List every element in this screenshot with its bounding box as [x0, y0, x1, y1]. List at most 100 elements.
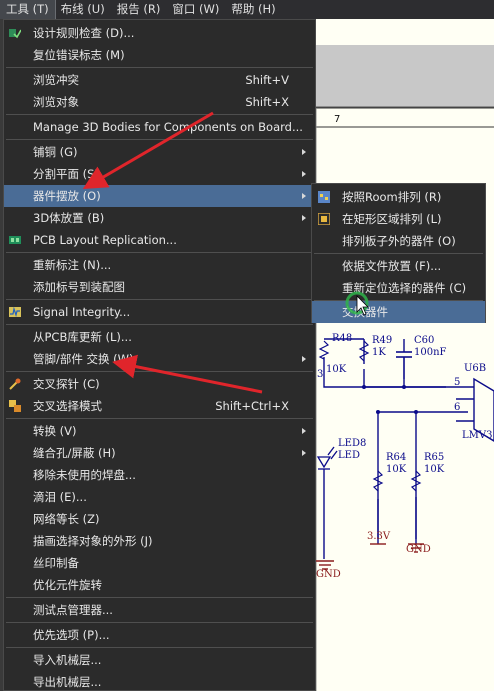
submenu-item-label: 依据文件放置 (F)...	[342, 259, 442, 273]
menu-item-testpoint-manager[interactable]: 测试点管理器...	[4, 599, 315, 621]
menu-item-convert[interactable]: 转换 (V)	[4, 420, 315, 442]
submenu-item-place-from-file[interactable]: 依据文件放置 (F)...	[312, 255, 485, 277]
menu-item-shortcut: Shift+Ctrl+X	[215, 399, 289, 413]
menu-item-label: 铺铜 (G)	[33, 145, 78, 159]
signal-integrity-icon	[9, 306, 21, 318]
menu-item-browse-violations[interactable]: 浏览冲突 Shift+V	[4, 69, 315, 91]
menu-item-split-planes[interactable]: 分割平面 (S)	[4, 163, 315, 185]
menu-route[interactable]: 布线 (U)	[55, 0, 111, 19]
menu-item-label: Signal Integrity...	[33, 305, 131, 319]
menu-item-signal-integrity[interactable]: Signal Integrity...	[4, 301, 315, 323]
label-gnd-1: GND	[406, 544, 431, 555]
menu-item-equalize-net-lengths[interactable]: 网络等长 (Z)	[4, 508, 315, 530]
menu-item-via-stitching[interactable]: 缝合孔/屏蔽 (H)	[4, 442, 315, 464]
label-c60-value: 100nF	[414, 347, 447, 358]
label-r65: R65	[424, 452, 445, 463]
submenu-item-arrange-outside-board[interactable]: 排列板子外的器件 (O)	[312, 230, 485, 252]
placement-submenu: 按照Room排列 (R) 在矩形区域排列 (L) 排列板子外的器件 (O) 依据…	[311, 183, 486, 323]
menu-item-optimize-rotation[interactable]: 优化元件旋转	[4, 574, 315, 596]
menu-item-label: 丝印制备	[33, 556, 79, 570]
menu-item-export-mech-layers[interactable]: 导出机械层...	[4, 671, 315, 691]
menu-item-label: 分割平面 (S)	[33, 167, 99, 181]
resistor-r48	[318, 340, 330, 360]
menu-item-manage-3d-bodies[interactable]: Manage 3D Bodies for Components on Board…	[4, 116, 315, 138]
label-r64-value: 10K	[386, 464, 407, 475]
drc-check-icon	[9, 29, 21, 39]
menu-separator	[6, 67, 313, 68]
menu-separator	[6, 252, 313, 253]
menu-separator	[6, 114, 313, 115]
menu-item-drc[interactable]: 设计规则检查 (D)...	[4, 22, 315, 44]
submenu-arrow-icon	[302, 171, 306, 177]
menu-item-layout-replication[interactable]: PCB Layout Replication...	[4, 229, 315, 251]
menu-item-label: 交叉探针 (C)	[33, 377, 100, 391]
capacitor-c60	[396, 351, 412, 379]
menu-item-import-mech-layers[interactable]: 导入机械层...	[4, 649, 315, 671]
label-r49-value: 1K	[372, 347, 386, 358]
menu-item-label: 添加标号到装配图	[33, 280, 125, 294]
pin-6: 6	[454, 402, 461, 413]
menu-item-silkscreen-prep[interactable]: 丝印制备	[4, 552, 315, 574]
label-r48-value: 10K	[326, 364, 347, 375]
menu-item-label: 浏览对象	[33, 95, 79, 109]
menu-item-label: 网络等长 (Z)	[33, 512, 100, 526]
pin-5: 5	[454, 377, 461, 388]
submenu-item-swap-components[interactable]: 交换器件	[312, 301, 485, 323]
ground-2	[316, 560, 334, 570]
menu-item-label: 复位错误标志 (M)	[33, 48, 125, 62]
menu-item-component-placement[interactable]: 器件摆放 (O)	[4, 185, 315, 207]
submenu-item-label: 按照Room排列 (R)	[342, 190, 442, 204]
label-c60: C60	[414, 335, 435, 346]
menu-item-label: 设计规则检查 (D)...	[33, 26, 135, 40]
menu-item-reset-errors[interactable]: 复位错误标志 (M)	[4, 44, 315, 66]
menu-item-label: 重新标注 (N)...	[33, 258, 112, 272]
menu-item-add-designators[interactable]: 添加标号到装配图	[4, 276, 315, 298]
menu-item-label: 浏览冲突	[33, 73, 79, 87]
label-gnd-2: GND	[316, 569, 341, 580]
title-band	[316, 45, 494, 107]
menu-item-outline-selected[interactable]: 描画选择对象的外形 (J)	[4, 530, 315, 552]
menu-reports[interactable]: 报告 (R)	[111, 0, 167, 19]
menu-item-update-from-pcb-lib[interactable]: 从PCB库更新 (L)...	[4, 326, 315, 348]
menu-item-reannotate[interactable]: 重新标注 (N)...	[4, 254, 315, 276]
menu-item-teardrops[interactable]: 滴泪 (E)...	[4, 486, 315, 508]
menu-item-shortcut: Shift+V	[245, 73, 289, 87]
submenu-item-arrange-in-rect[interactable]: 在矩形区域排列 (L)	[312, 208, 485, 230]
submenu-arrow-icon	[302, 428, 306, 434]
submenu-arrow-icon	[302, 193, 306, 199]
label-led8: LED8	[338, 438, 367, 449]
submenu-item-reposition-selected[interactable]: 重新定位选择的器件 (C)	[312, 277, 485, 299]
submenu-item-label: 在矩形区域排列 (L)	[342, 212, 442, 226]
label-r48: R48	[332, 333, 353, 344]
menu-item-label: Manage 3D Bodies for Components on Board…	[33, 120, 303, 134]
label-r49: R49	[372, 335, 393, 346]
menu-help[interactable]: 帮助 (H)	[225, 0, 281, 19]
menu-item-label: 测试点管理器...	[33, 603, 113, 617]
menu-window[interactable]: 窗口 (W)	[166, 0, 225, 19]
label-led8-value: LED	[338, 450, 360, 461]
menu-item-remove-unused-pads[interactable]: 移除未使用的焊盘...	[4, 464, 315, 486]
submenu-separator	[314, 253, 483, 254]
menu-item-cross-probe[interactable]: 交叉探针 (C)	[4, 373, 315, 395]
room-arrange-icon	[318, 191, 330, 203]
menu-item-preferences[interactable]: 优先选项 (P)...	[4, 624, 315, 646]
menu-item-cross-select-mode[interactable]: 交叉选择模式 Shift+Ctrl+X	[4, 395, 315, 417]
menu-separator	[6, 647, 313, 648]
pin-3: 3	[317, 369, 324, 380]
menu-item-label: 缝合孔/屏蔽 (H)	[33, 446, 116, 460]
menu-item-3d-body-placement[interactable]: 3D体放置 (B)	[4, 207, 315, 229]
menu-item-pin-part-swap[interactable]: 管脚/部件 交换 (W)	[4, 348, 315, 370]
menu-item-polygon-pour[interactable]: 铺铜 (G)	[4, 141, 315, 163]
menu-separator	[6, 299, 313, 300]
submenu-item-label: 交换器件	[342, 305, 388, 319]
submenu-item-arrange-in-room[interactable]: 按照Room排列 (R)	[312, 186, 485, 208]
label-3v3: 3.3V	[367, 531, 391, 542]
menu-tools[interactable]: 工具 (T)	[0, 0, 56, 20]
menu-item-browse-objects[interactable]: 浏览对象 Shift+X	[4, 91, 315, 113]
menu-item-label: 优化元件旋转	[33, 578, 102, 592]
schematic-canvas[interactable]: 7 4 R48 10K R49 1K C60 100nF U6B 5 6 3 L…	[316, 19, 494, 691]
menu-separator	[6, 418, 313, 419]
label-u6b: U6B	[464, 363, 487, 374]
menubar: 工具 (T) 布线 (U) 报告 (R) 窗口 (W) 帮助 (H)	[0, 0, 494, 20]
submenu-arrow-icon	[302, 215, 306, 221]
